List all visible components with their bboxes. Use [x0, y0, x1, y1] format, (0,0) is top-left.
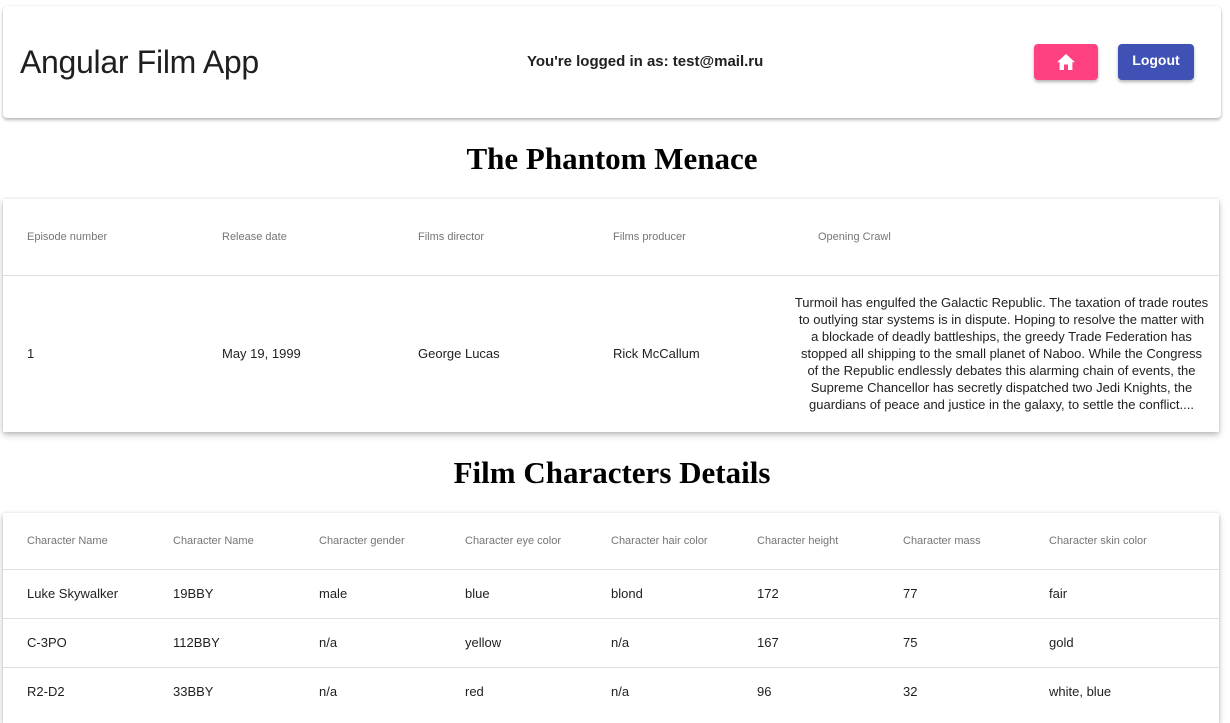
character-name-cell: C-3PO — [27, 635, 67, 650]
logout-button[interactable]: Logout — [1118, 44, 1194, 80]
column-header: Character eye color — [465, 534, 561, 547]
character-gender-cell: n/a — [319, 635, 338, 650]
column-header: Character hair color — [611, 534, 708, 547]
column-header: Release date — [222, 230, 287, 243]
character-height-cell: 96 — [757, 684, 772, 700]
character-mass-cell: 77 — [903, 586, 918, 601]
character-name-cell: R2-D2 — [27, 684, 65, 700]
table-row: C-3PO 112BBY n/a yellow n/a 167 75 gold — [3, 618, 1219, 667]
character-hair-color-cell: n/a — [611, 635, 630, 650]
characters-section-title: Film Characters Details — [453, 455, 771, 490]
episode-number-cell: 1 — [27, 346, 35, 362]
column-header: Episode number — [27, 230, 108, 243]
column-header: Character height — [757, 534, 839, 547]
column-header: Character mass — [903, 534, 981, 547]
character-hair-color-cell: blond — [611, 586, 643, 601]
column-header: Character Name — [173, 534, 254, 547]
character-height-cell: 172 — [757, 586, 779, 601]
film-title: The Phantom Menace — [466, 141, 758, 176]
logged-in-user-text: You're logged in as: test@mail.ru — [527, 53, 764, 70]
column-header: Films producer — [613, 230, 686, 243]
film-details-card: Episode number Release date Films direct… — [3, 199, 1219, 432]
table-row: 1 May 19, 1999 George Lucas Rick McCallu… — [3, 275, 1219, 432]
characters-table: Character Name Character Name Character … — [3, 513, 1219, 716]
home-button[interactable] — [1034, 44, 1098, 80]
app-title: Angular Film App — [20, 44, 259, 80]
character-name-cell: Luke Skywalker — [27, 586, 119, 601]
table-row: Luke Skywalker 19BBY male blue blond 172… — [3, 569, 1219, 618]
column-header: Character Name — [27, 534, 108, 547]
table-row: R2-D2 33BBY n/a red n/a 96 32 white, blu… — [3, 667, 1219, 716]
character-eye-color-cell: blue — [465, 586, 490, 601]
character-skin-color-cell: white, blue — [1049, 684, 1112, 700]
producer-cell: Rick McCallum — [613, 346, 700, 362]
column-header: Character gender — [319, 534, 405, 547]
character-gender-cell: n/a — [319, 684, 338, 700]
character-birth-year-cell: 19BBY — [173, 586, 214, 601]
app-toolbar: Angular Film App You're logged in as: te… — [3, 6, 1221, 118]
table-header-row: Episode number Release date Films direct… — [3, 199, 1219, 275]
table-header-row: Character Name Character Name Character … — [3, 513, 1219, 569]
home-icon — [1056, 53, 1076, 71]
character-mass-cell: 75 — [903, 635, 918, 650]
character-eye-color-cell: yellow — [465, 635, 502, 650]
column-header: Character skin color — [1049, 534, 1147, 547]
character-birth-year-cell: 112BBY — [173, 635, 220, 650]
opening-crawl-cell: Turmoil has engulfed the Galactic Republ… — [794, 295, 1209, 413]
character-skin-color-cell: gold — [1049, 635, 1074, 650]
character-gender-cell: male — [319, 586, 348, 601]
characters-card: Character Name Character Name Character … — [3, 513, 1219, 723]
character-height-cell: 167 — [757, 635, 779, 650]
character-mass-cell: 32 — [903, 684, 918, 700]
column-header: Opening Crawl — [818, 230, 891, 243]
column-header: Films director — [418, 230, 485, 243]
character-skin-color-cell: fair — [1049, 586, 1068, 601]
character-hair-color-cell: n/a — [611, 684, 630, 700]
release-date-cell: May 19, 1999 — [222, 346, 301, 362]
film-details-table: Episode number Release date Films direct… — [3, 199, 1219, 432]
director-cell: George Lucas — [418, 346, 500, 362]
character-eye-color-cell: red — [465, 684, 484, 700]
character-birth-year-cell: 33BBY — [173, 684, 214, 700]
